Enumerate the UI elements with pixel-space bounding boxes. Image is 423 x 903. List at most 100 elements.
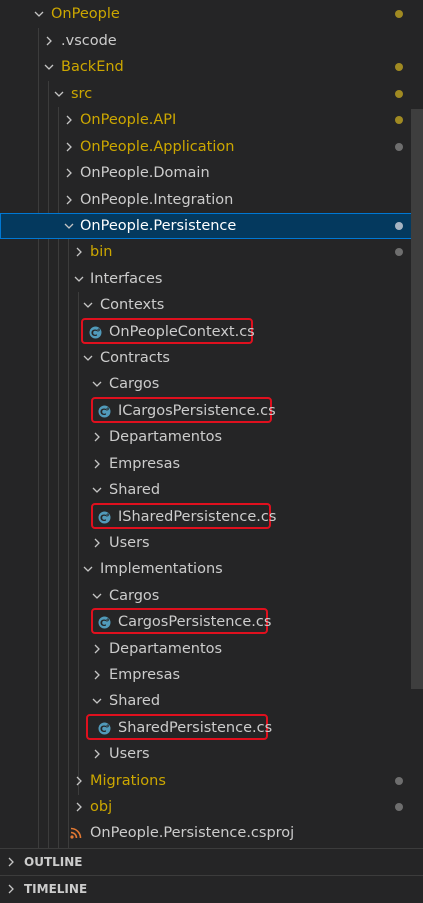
tree-item-label: .vscode [61, 33, 117, 49]
svg-text:#: # [97, 328, 101, 334]
tree-item-label: OnPeople.Application [80, 139, 235, 155]
tree-item-contexts[interactable]: Contexts [0, 292, 423, 318]
chevron-right-icon [62, 187, 76, 213]
tree-item-label: OnPeople.API [80, 112, 177, 128]
chevron-down-icon [90, 688, 104, 714]
tree-item-onpeople-persistence[interactable]: OnPeople.Persistence [0, 213, 423, 239]
tree-item-icargospersistence-file[interactable]: C # ICargosPersistence.cs [0, 397, 423, 424]
tree-item-contracts[interactable]: Contracts [0, 345, 423, 371]
tree-item-label: Users [109, 535, 150, 551]
chevron-right-icon [90, 530, 104, 556]
chevron-down-icon [81, 556, 95, 582]
modified-dot-icon [395, 143, 403, 151]
tree-item-impl-users[interactable]: Users [0, 741, 423, 767]
tree-item-label: Departamentos [109, 429, 223, 445]
section-title: TIMELINE [24, 882, 88, 896]
tree-item-label: OnPeople [51, 6, 120, 22]
tree-item-label: Contexts [100, 297, 165, 313]
chevron-right-icon [90, 451, 104, 477]
chevron-right-icon [72, 239, 86, 265]
tree-item-label: SharedPersistence.cs [118, 720, 273, 736]
modified-dot-icon [395, 90, 403, 98]
chevron-right-icon [90, 424, 104, 450]
tree-item-label: Shared [109, 482, 161, 498]
chevron-right-icon [4, 849, 18, 875]
tree-item-label: Interfaces [90, 271, 163, 287]
csharp-file-icon: C# [98, 405, 111, 418]
tree-item-bin[interactable]: bin [0, 239, 423, 265]
tree-item-migrations[interactable]: Migrations [0, 768, 423, 794]
chevron-right-icon [72, 768, 86, 794]
tree-item-obj[interactable]: obj [0, 794, 423, 820]
modified-dot-icon [395, 116, 403, 124]
tree-item-label: Empresas [109, 456, 181, 472]
tree-item-backend[interactable]: BackEnd [0, 54, 423, 80]
tree-item-contracts-shared[interactable]: Shared [0, 477, 423, 503]
chevron-down-icon [42, 54, 56, 80]
chevron-down-icon [81, 345, 95, 371]
chevron-down-icon [90, 371, 104, 397]
modified-dot-icon [395, 777, 403, 785]
tree-item-label: OnPeople.Persistence.csproj [90, 825, 295, 841]
chevron-down-icon [32, 1, 46, 27]
tree-item-impl-shared[interactable]: Shared [0, 688, 423, 714]
chevron-right-icon [62, 107, 76, 133]
tree-item-label: CargosPersistence.cs [118, 614, 272, 630]
tree-item-label: Migrations [90, 773, 166, 789]
tree-item-impl-cargos[interactable]: Cargos [0, 583, 423, 609]
tree-item-onpeople-application[interactable]: OnPeople.Application [0, 134, 423, 160]
chevron-right-icon [42, 28, 56, 54]
tree-item-src[interactable]: src [0, 81, 423, 107]
csharp-file-icon: C# [89, 326, 102, 339]
csharp-file-icon: C# [98, 616, 111, 629]
tree-item-sharedpersistence-file[interactable]: C # SharedPersistence.cs [0, 714, 423, 741]
modified-dot-icon [395, 248, 403, 256]
tree-item-label: src [71, 86, 93, 102]
rss-file-icon [70, 827, 82, 839]
tree-item-label: Departamentos [109, 641, 223, 657]
timeline-section-header[interactable]: TIMELINE [0, 876, 423, 902]
svg-text:#: # [106, 618, 110, 624]
tree-item-interfaces[interactable]: Interfaces [0, 266, 423, 292]
chevron-right-icon [4, 876, 18, 902]
chevron-down-icon [90, 583, 104, 609]
chevron-down-icon [81, 292, 95, 318]
tree-item-implementations[interactable]: Implementations [0, 556, 423, 582]
chevron-right-icon [90, 741, 104, 767]
tree-item-label: Cargos [109, 376, 160, 392]
tree-item-contracts-departamentos[interactable]: Departamentos [0, 424, 423, 450]
tree-item-label: ISharedPersistence.cs [118, 509, 277, 525]
tree-item-vscode[interactable]: .vscode [0, 28, 423, 54]
outline-section-header[interactable]: OUTLINE [0, 849, 423, 875]
scrollbar-thumb[interactable] [411, 109, 423, 689]
svg-text:#: # [106, 407, 110, 413]
chevron-right-icon [72, 794, 86, 820]
tree-item-onpeople-integration[interactable]: OnPeople.Integration [0, 187, 423, 213]
section-title: OUTLINE [24, 855, 83, 869]
tree-item-label: Contracts [100, 350, 170, 366]
tree-item-onpeoplecontext-file[interactable]: C # OnPeopleContext.cs [0, 318, 423, 345]
tree-item-label: Empresas [109, 667, 181, 683]
file-explorer-tree: OnPeople .vscode BackEnd src OnPeople.AP… [0, 0, 423, 848]
tree-item-isharedpersistence-file[interactable]: C # ISharedPersistence.cs [0, 503, 423, 530]
tree-item-cargospersistence-file[interactable]: C # CargosPersistence.cs [0, 608, 423, 635]
tree-item-contracts-empresas[interactable]: Empresas [0, 451, 423, 477]
tree-item-label: ICargosPersistence.cs [118, 403, 276, 419]
tree-item-contracts-users[interactable]: Users [0, 530, 423, 556]
modified-dot-icon [395, 63, 403, 71]
chevron-down-icon [72, 266, 86, 292]
tree-item-impl-empresas[interactable]: Empresas [0, 662, 423, 688]
chevron-right-icon [90, 662, 104, 688]
chevron-down-icon [90, 477, 104, 503]
svg-text:#: # [106, 513, 110, 519]
tree-item-contracts-cargos[interactable]: Cargos [0, 371, 423, 397]
tree-item-onpeople[interactable]: OnPeople [0, 1, 423, 27]
chevron-right-icon [90, 636, 104, 662]
chevron-down-icon [52, 81, 66, 107]
tree-item-impl-departamentos[interactable]: Departamentos [0, 636, 423, 662]
tree-item-csproj-file[interactable]: OnPeople.Persistence.csproj [0, 820, 423, 846]
tree-item-onpeople-domain[interactable]: OnPeople.Domain [0, 160, 423, 186]
csharp-file-icon: C# [98, 511, 111, 524]
modified-dot-icon [395, 10, 403, 18]
tree-item-onpeople-api[interactable]: OnPeople.API [0, 107, 423, 133]
